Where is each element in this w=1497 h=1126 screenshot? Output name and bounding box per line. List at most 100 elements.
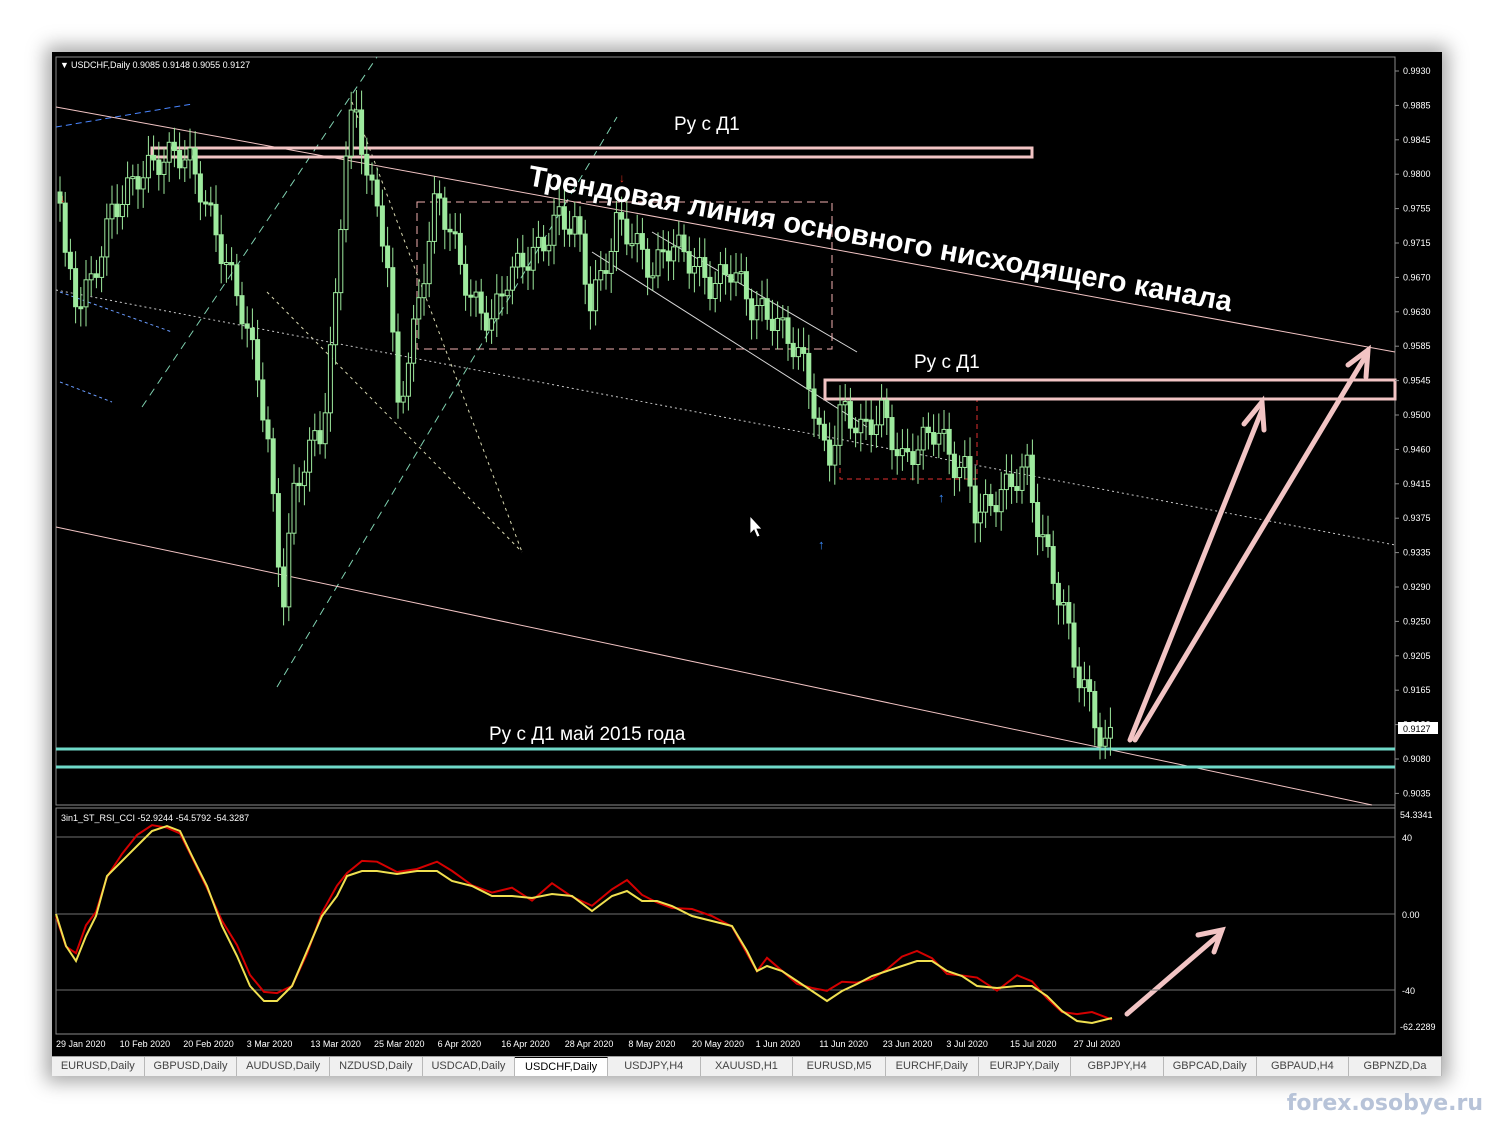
candle-body [686, 251, 692, 274]
price-axis-label: 0.9800 [1403, 169, 1431, 179]
candle-body [593, 279, 599, 312]
candle-body [749, 298, 755, 321]
candle-body [879, 399, 885, 426]
price-axis-label: 0.9250 [1403, 616, 1431, 626]
candle-body [405, 362, 411, 397]
candle-body [707, 276, 713, 299]
price-axis-label: 0.9165 [1403, 685, 1431, 695]
candle-body [114, 203, 120, 218]
candle-body [135, 176, 141, 190]
candle-body [780, 317, 786, 321]
candle-body [478, 291, 484, 314]
tab-audusd-daily[interactable]: AUDUSD,Daily [237, 1057, 330, 1076]
indicator-axis-bottom: -62.2289 [1400, 1022, 1436, 1032]
candle-body [1014, 486, 1020, 491]
candle-body [317, 430, 323, 445]
candle-body [1102, 737, 1108, 747]
candle-body [416, 297, 422, 320]
terminal-window: ↓ ↓ ↑ ↑ Ру с Д1 Ру с Д1 Ру с Д1 май 2015… [52, 52, 1442, 1076]
date-axis-label: 23 Jun 2020 [883, 1039, 933, 1049]
candle-body [587, 283, 593, 312]
candle-body [244, 323, 250, 329]
candle-body [208, 202, 214, 206]
candle-body [577, 216, 583, 235]
candle-body [650, 275, 656, 279]
chart-area[interactable]: ↓ ↓ ↑ ↑ Ру с Д1 Ру с Д1 Ру с Д1 май 2015… [52, 52, 1442, 1056]
candle-body [1092, 690, 1098, 729]
candle-body [619, 212, 625, 220]
candle-body [894, 449, 900, 457]
candle-body [275, 493, 281, 568]
candle-body [353, 109, 359, 113]
candle-body [603, 270, 609, 274]
date-axis-label: 27 Jul 2020 [1074, 1039, 1121, 1049]
candle-body [811, 388, 817, 419]
candle-body [598, 270, 604, 281]
candle-body [889, 417, 895, 451]
candle-body [660, 249, 666, 253]
tab-gbpcad-daily[interactable]: GBPCAD,Daily [1164, 1057, 1257, 1076]
candle-body [795, 347, 801, 358]
down-arrow-icon: ↓ [60, 193, 66, 205]
candle-body [790, 342, 796, 358]
tab-eurusd-daily[interactable]: EURUSD,Daily [52, 1057, 145, 1076]
candle-body [899, 448, 905, 457]
tab-usdjpy-h4[interactable]: USDJPY,H4 [608, 1057, 701, 1076]
candle-body [842, 401, 848, 406]
tab-eurjpy-daily[interactable]: EURJPY,Daily [979, 1057, 1072, 1076]
candle-body [255, 339, 261, 381]
price-axis: 0.9930 0.9885 0.9845 0.9800 0.9755 0.9715 0.96… [1395, 66, 1431, 798]
date-axis-label: 25 Mar 2020 [374, 1039, 425, 1049]
candle-body [395, 331, 401, 403]
candle-body [665, 250, 671, 262]
tab-gbpaud-h4[interactable]: GBPAUD,H4 [1257, 1057, 1350, 1076]
tab-gbpusd-daily[interactable]: GBPUSD,Daily [145, 1057, 238, 1076]
candle-body [530, 246, 536, 271]
resistance-zone-top [150, 146, 1034, 159]
price-axis-label: 0.9585 [1403, 341, 1431, 351]
indicator-axis-0: 0.00 [1402, 910, 1420, 920]
candle-body [717, 264, 723, 284]
candle-body [171, 141, 177, 151]
candle-body [624, 218, 630, 245]
indicator-frame [55, 807, 1396, 1035]
tab-eurusd-m5[interactable]: EURUSD,M5 [793, 1057, 886, 1076]
candle-body [1055, 582, 1061, 606]
tab-gbpnzd-da[interactable]: GBPNZD,Da [1349, 1057, 1442, 1076]
candle-body [192, 147, 198, 175]
tab-xauusd-h1[interactable]: XAUUSD,H1 [701, 1057, 794, 1076]
watermark: forex.osobye.ru [1286, 1091, 1483, 1116]
candle-body [161, 161, 167, 175]
tab-usdcad-daily[interactable]: USDCAD,Daily [423, 1057, 516, 1076]
candle-body [712, 282, 718, 299]
tab-gbpjpy-h4[interactable]: GBPJPY,H4 [1071, 1057, 1164, 1076]
candle-body [307, 439, 313, 473]
tab-usdchf-daily[interactable]: USDCHF,Daily [515, 1057, 608, 1076]
tab-nzdusd-daily[interactable]: NZDUSD,Daily [330, 1057, 423, 1076]
candle-body [509, 266, 515, 291]
candle-body [1009, 473, 1015, 488]
date-axis-label: 29 Jan 2020 [56, 1039, 106, 1049]
candle-body [988, 494, 994, 507]
candle-body [119, 203, 125, 218]
candle-body [977, 511, 983, 524]
candle-body [223, 262, 229, 266]
candle-body [249, 327, 255, 341]
candle-body [218, 234, 224, 265]
candle-body [62, 202, 68, 253]
indicator-up-arrow [1124, 926, 1226, 1017]
candle-body [785, 317, 791, 344]
indicator-slow-line [55, 824, 1113, 1025]
candle-body [951, 453, 957, 479]
candle-body [426, 240, 432, 285]
candle-body [104, 218, 110, 258]
candle-body [286, 532, 292, 608]
date-axis-label: 15 Jul 2020 [1010, 1039, 1057, 1049]
tab-eurchf-daily[interactable]: EURCHF,Daily [886, 1057, 979, 1076]
candle-body [853, 427, 859, 434]
price-axis-label: 0.9755 [1403, 204, 1431, 214]
price-axis-label: 0.9545 [1403, 376, 1431, 386]
candle-body [754, 305, 760, 321]
price-axis-label: 0.9415 [1403, 479, 1431, 489]
candle-body [463, 263, 469, 296]
